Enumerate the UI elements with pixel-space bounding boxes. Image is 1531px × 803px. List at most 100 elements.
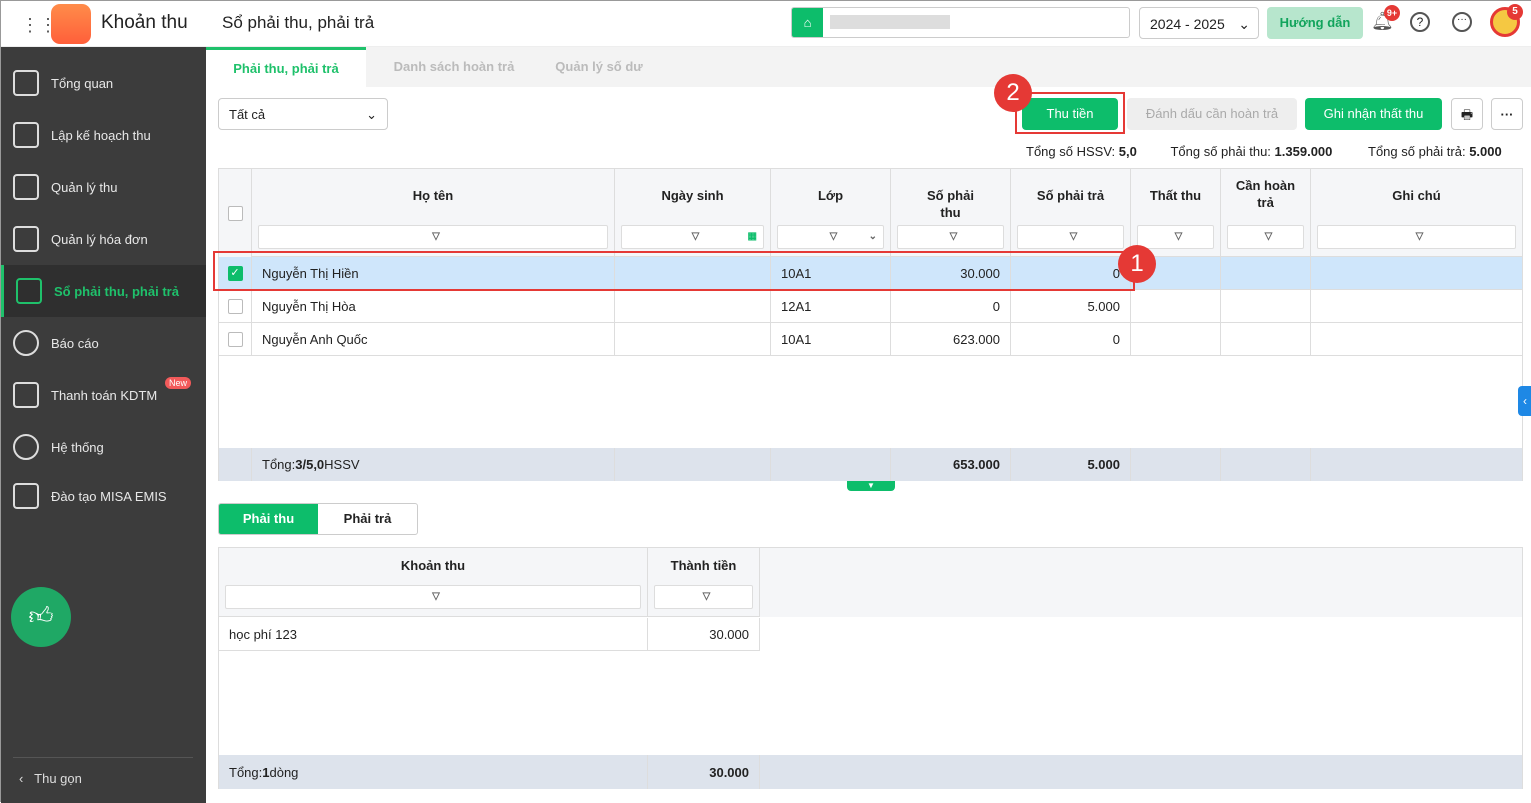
chevron-down-icon: ⌄ [366,107,377,122]
select-all-checkbox[interactable] [227,205,243,221]
calendar-icon: ▦ [747,231,757,242]
list-item[interactable]: học phí 123 30.000 [219,618,760,651]
home-icon: ⌂ [792,8,823,37]
sidebar: Tổng quan Lập kế hoạch thu Quản lý thu Q… [1,47,206,803]
cell-dob [615,323,771,356]
column-header-note[interactable]: Ghi chú ▽ [1311,169,1522,257]
cell-class: 10A1 [771,323,891,356]
cell-refund [1221,290,1311,323]
sidebar-item-plan[interactable]: Lập kế hoạch thu [1,109,206,161]
school-selector[interactable]: ⌂ [791,7,1130,38]
new-badge: New [165,377,192,389]
filter-select[interactable]: Tất cả ⌄ [218,98,388,130]
print-button[interactable]: 🖶 [1451,98,1483,130]
cell-name: Nguyễn Anh Quốc [252,323,615,356]
top-bar: ⋮⋮ Khoản thu Sổ phải thu, phải trả ⌂ 202… [1,1,1531,47]
year-select[interactable]: 2024 - 2025 ⌄ [1139,7,1259,39]
sidebar-item-ledger[interactable]: Sổ phải thu, phải trả [1,265,206,317]
feedback-thumbs-up-icon[interactable]: 👍︎ [11,587,71,647]
column-header-payable[interactable]: Số phải trả ▽ [1011,169,1131,257]
filter-refund[interactable]: ▽ [1227,225,1304,249]
guide-button[interactable]: Hướng dẫn [1267,7,1363,39]
row-checkbox[interactable] [227,332,243,347]
sidebar-item-collect[interactable]: Quản lý thu [1,161,206,213]
cell-note [1311,323,1522,356]
filter-payable[interactable]: ▽ [1017,225,1124,249]
calendar-money-icon [13,122,39,148]
printer-icon: 🖶 [1460,107,1474,122]
table-row[interactable]: Nguyễn Thị Hòa 12A1 0 5.000 [219,290,1522,323]
footer-payable: 5.000 [1011,448,1131,481]
book-icon [13,483,39,509]
detail-footer: Tổng: 1 dòng 30.000 [219,755,1522,789]
tab-receivable-payable[interactable]: Phải thu, phải trả [206,47,366,87]
app-logo [51,4,91,44]
filter-note[interactable]: ▽ [1317,225,1516,249]
cell-refund [1221,257,1311,290]
step-marker-2: 2 [994,74,1032,112]
gear-icon [13,434,39,460]
column-header-loss[interactable]: Thất thu ▽ [1131,169,1221,257]
column-header-receivable[interactable]: Số phải thu ▽ [891,169,1011,257]
notification-badge: 9+ [1384,5,1400,21]
cell-receivable: 0 [891,290,1011,323]
cell-receivable: 623.000 [891,323,1011,356]
chevron-down-icon: ⌄ [868,231,877,242]
filter-loss[interactable]: ▽ [1137,225,1214,249]
money-hand-icon [13,174,39,200]
highlight-box-2 [1015,92,1125,134]
sidebar-item-training[interactable]: Đào tạo MISA EMIS [1,470,206,522]
tab-balance[interactable]: Quản lý số dư [534,47,664,87]
cell-payable: 0 [1011,323,1131,356]
sidebar-item-system[interactable]: Hệ thống [1,421,206,473]
card-check-icon [13,382,39,408]
ledger-icon [16,278,42,304]
avatar-badge: 5 [1507,4,1523,20]
sidebar-item-invoices[interactable]: Quản lý hóa đơn [1,213,206,265]
column-header-refund[interactable]: Cần hoàn trả ▽ [1221,169,1311,257]
chevron-left-icon: ‹ [19,771,35,786]
cell-class: 12A1 [771,290,891,323]
filter-dob[interactable]: ▽ ▦ [621,225,764,249]
detail-tab-payable[interactable]: Phải trả [318,504,417,534]
cell-note [1311,290,1522,323]
column-header-class[interactable]: Lớp ▽ ⌄ [771,169,891,257]
cell-dob [615,290,771,323]
sidebar-item-reports[interactable]: Báo cáo [1,317,206,369]
column-header-dob[interactable]: Ngày sinh ▽ ▦ [615,169,771,257]
record-loss-button[interactable]: Ghi nhận thất thu [1305,98,1442,130]
filter-amount[interactable]: ▽ [654,585,753,609]
tab-bar: Phải thu, phải trả Danh sách hoàn trả Qu… [206,47,1531,87]
sidebar-item-overview[interactable]: Tổng quan [1,57,206,109]
cell-name: Nguyễn Thị Hòa [252,290,615,323]
help-icon[interactable]: ? [1410,12,1430,32]
table-row[interactable]: Nguyễn Anh Quốc 10A1 623.000 0 [219,323,1522,356]
sidebar-item-payment[interactable]: Thanh toán KDTM New [1,369,206,421]
pie-chart-icon [13,330,39,356]
cell-payable: 5.000 [1011,290,1131,323]
cell-loss [1131,290,1221,323]
table-footer: Tổng: 3/5,0 HSSV 653.000 5.000 [219,448,1522,481]
column-header-name[interactable]: Họ tên ▽ [252,169,615,257]
filter-name[interactable]: ▽ [258,225,608,249]
filter-class[interactable]: ▽ ⌄ [777,225,884,249]
tab-refund-list[interactable]: Danh sách hoàn trả [374,47,534,87]
mark-refund-button[interactable]: Đánh dấu cần hoàn trả [1127,98,1297,130]
step-marker-1: 1 [1118,245,1156,283]
more-icon[interactable]: ··· [1452,12,1472,32]
row-checkbox[interactable] [227,299,243,314]
cell-note [1311,257,1522,290]
collapse-button[interactable]: ‹ Thu gọn [19,771,82,786]
app-name: Khoản thu [101,12,188,33]
bar-chart-icon [13,70,39,96]
filter-receivable[interactable]: ▽ [897,225,1004,249]
detail-tab-receivable[interactable]: Phải thu [219,504,318,534]
invoice-icon [13,226,39,252]
splitter-toggle[interactable]: ▼ [847,481,895,491]
summary: Tổng số HSSV: 5,0 Tổng số phải thu: 1.35… [1026,144,1502,159]
side-panel-toggle[interactable]: ‹ [1518,386,1531,416]
filter-item[interactable]: ▽ [225,585,641,609]
footer-receivable: 653.000 [891,448,1011,481]
cell-loss [1131,323,1221,356]
more-options-button[interactable]: ··· [1491,98,1523,130]
